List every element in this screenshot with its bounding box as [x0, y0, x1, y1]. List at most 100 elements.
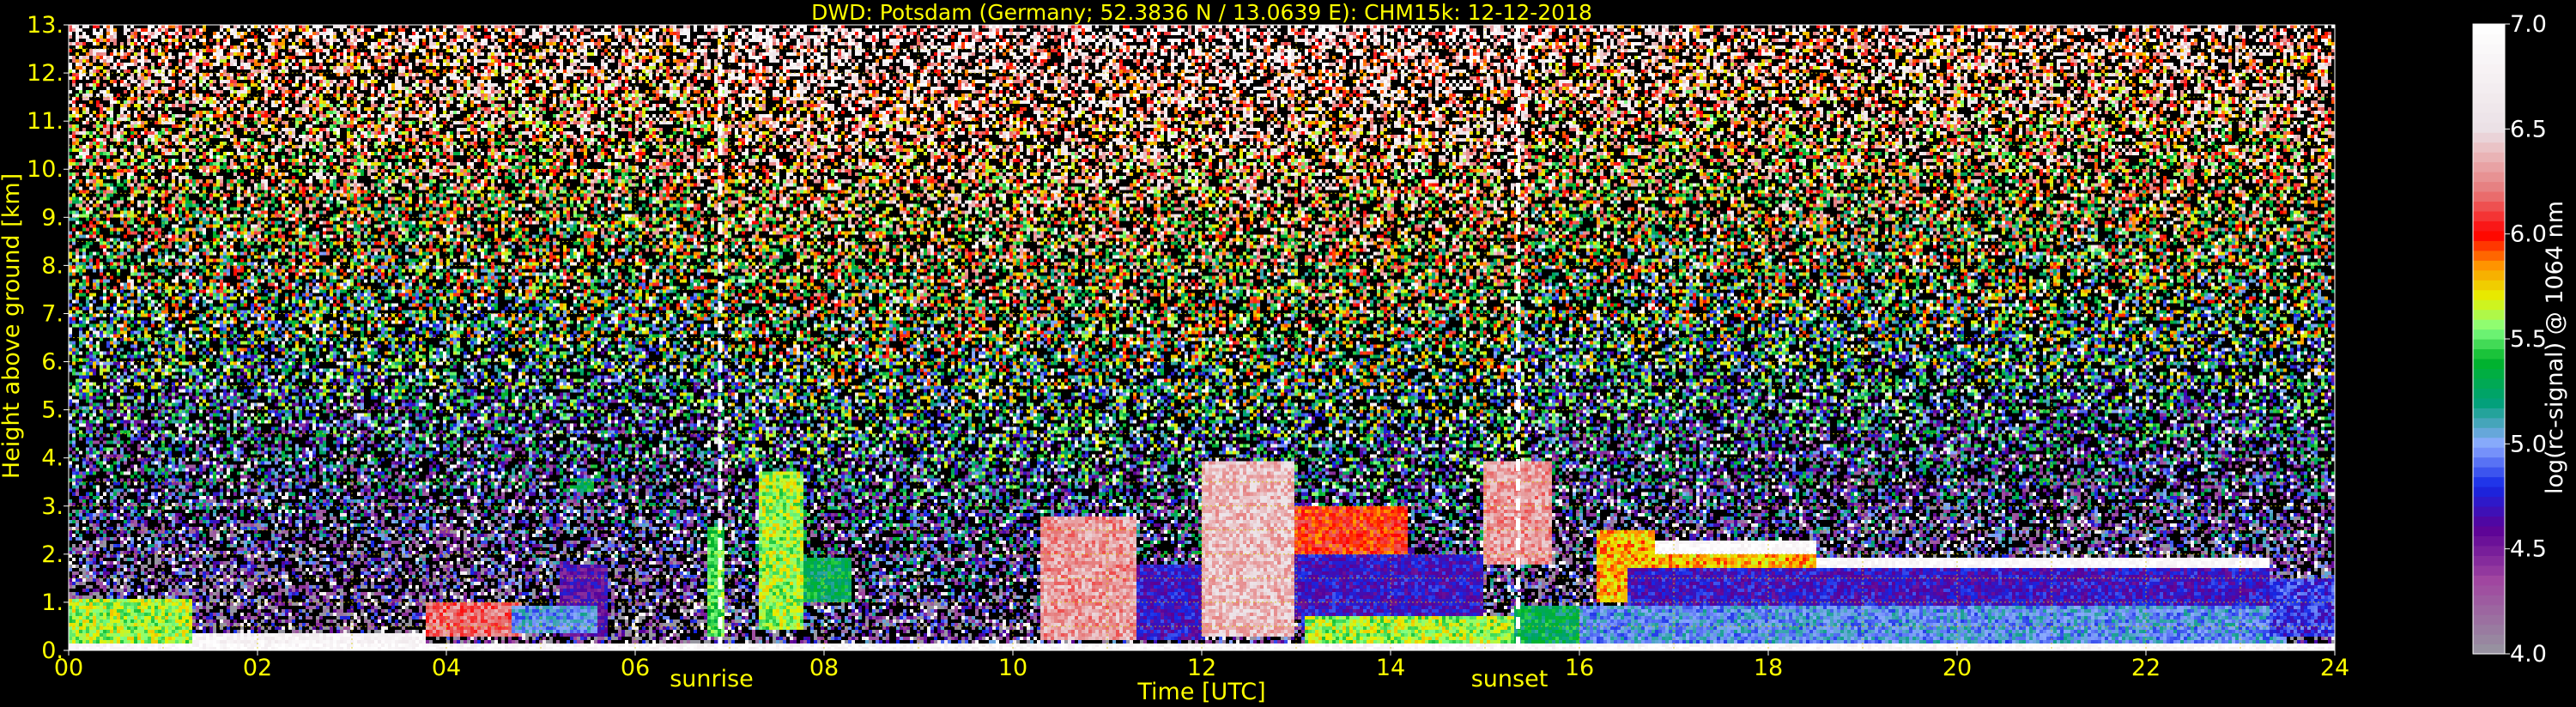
- colorbar-segment: [2473, 33, 2505, 45]
- colorbar-segment: [2473, 329, 2505, 340]
- x-tick-label: 06: [621, 655, 650, 681]
- colorbar-segment: [2473, 240, 2505, 251]
- x-tick-label: 18: [1754, 655, 1783, 681]
- colorbar-segment: [2473, 496, 2505, 507]
- colorbar-segment: [2473, 289, 2505, 300]
- colorbar-segment: [2473, 43, 2505, 55]
- colorbar-segment: [2473, 595, 2505, 606]
- colorbar-segment: [2473, 486, 2505, 498]
- y-tick-label: 12.: [27, 60, 64, 87]
- colorbar-segment: [2473, 358, 2505, 370]
- colorbar-segment: [2473, 201, 2505, 212]
- x-tick-label: 10: [998, 655, 1027, 681]
- x-tick-label: 24: [2320, 655, 2349, 681]
- colorbar-segment: [2473, 584, 2505, 595]
- colorbar-segment: [2473, 456, 2505, 468]
- colorbar-segment: [2473, 112, 2505, 124]
- colorbar-segment: [2473, 181, 2505, 192]
- colorbar-segment: [2473, 397, 2505, 408]
- colorbar-segment: [2473, 93, 2505, 104]
- colorbar-segment: [2473, 378, 2505, 389]
- x-tick-label: 14: [1376, 655, 1405, 681]
- y-tick-label: 4.: [41, 445, 64, 472]
- y-tick-label: 7.: [41, 300, 64, 327]
- x-tick-label: 20: [1943, 655, 1972, 681]
- colorbar-segment: [2473, 172, 2505, 183]
- colorbar-segment: [2473, 210, 2505, 221]
- colorbar-segment: [2473, 63, 2505, 74]
- y-tick-label: 3.: [41, 493, 64, 520]
- colorbar-segment: [2473, 545, 2505, 556]
- colorbar-segment: [2473, 437, 2505, 448]
- colorbar-segment: [2473, 319, 2505, 330]
- colorbar-segment: [2473, 535, 2505, 547]
- colorbar-segment: [2473, 299, 2505, 311]
- colorbar-segment: [2473, 525, 2505, 536]
- sunrise-label: sunrise: [670, 666, 754, 692]
- colorbar-tick-label: 6.5: [2510, 116, 2547, 142]
- colorbar-segment: [2473, 624, 2505, 635]
- y-tick-label: 6.: [41, 349, 64, 376]
- colorbar-segment: [2473, 447, 2505, 458]
- x-tick-label: 02: [243, 655, 272, 681]
- colorbar-segment: [2473, 82, 2505, 94]
- colorbar-segment: [2473, 467, 2505, 478]
- y-tick-label: 1.: [41, 589, 64, 616]
- colorbar-segment: [2473, 73, 2505, 84]
- y-tick-label: 10.: [27, 156, 64, 183]
- x-tick-label: 16: [1565, 655, 1594, 681]
- y-tick-label: 8.: [41, 252, 64, 279]
- colorbar-tick-label: 4.5: [2510, 536, 2547, 563]
- colorbar-segment: [2473, 614, 2505, 625]
- colorbar-segment: [2473, 368, 2505, 379]
- colorbar-segment: [2473, 142, 2505, 153]
- colorbar-segment: [2473, 555, 2505, 566]
- x-tick-label: 12: [1187, 655, 1216, 681]
- colorbar-segment: [2473, 132, 2505, 143]
- colorbar-tick-label: 7.0: [2510, 11, 2547, 38]
- colorbar-segment: [2473, 388, 2505, 399]
- x-tick-label: 08: [809, 655, 839, 681]
- colorbar-label: log(rc-signal) @ 1064 nm: [2542, 201, 2568, 494]
- colorbar-segment: [2473, 102, 2505, 113]
- colorbar-segment: [2473, 230, 2505, 241]
- colorbar-segment: [2473, 269, 2505, 281]
- x-axis-label: Time [UTC]: [1136, 679, 1265, 705]
- colorbar-segment: [2473, 152, 2505, 163]
- y-tick-label: 9.: [41, 204, 64, 231]
- lidar-figure: DWD: Potsdam (Germany; 52.3836 N / 13.06…: [0, 0, 2576, 707]
- colorbar-segment: [2473, 634, 2505, 645]
- colorbar-segment: [2473, 408, 2505, 419]
- colorbar-segment: [2473, 260, 2505, 271]
- colorbar-segment: [2473, 505, 2505, 517]
- chart-title: DWD: Potsdam (Germany; 52.3836 N / 13.06…: [811, 0, 1592, 25]
- colorbar-segment: [2473, 604, 2505, 615]
- y-tick-label: 11.: [27, 108, 64, 135]
- colorbar-segment: [2473, 476, 2505, 487]
- colorbar-segment: [2473, 309, 2505, 320]
- colorbar-segment: [2473, 161, 2505, 172]
- colorbar-segment: [2473, 53, 2505, 64]
- y-axis-label: Height above ground [km]: [0, 173, 25, 479]
- y-tick-label: 0.: [41, 638, 64, 664]
- colorbar-segment: [2473, 417, 2505, 428]
- colorbar-segment: [2473, 190, 2505, 202]
- colorbar-segment: [2473, 348, 2505, 360]
- sunset-label: sunset: [1471, 666, 1549, 692]
- colorbar: [2472, 23, 2506, 655]
- colorbar-segment: [2473, 250, 2505, 261]
- colorbar-segment: [2473, 565, 2505, 576]
- colorbar-segment: [2473, 516, 2505, 527]
- y-tick-label: 2.: [41, 541, 64, 568]
- colorbar-segment: [2473, 221, 2505, 232]
- colorbar-tick-label: 4.0: [2510, 641, 2547, 668]
- x-tick-label: 04: [432, 655, 461, 681]
- colorbar-segment: [2473, 339, 2505, 350]
- colorbar-segment: [2473, 575, 2505, 586]
- x-tick-label: 22: [2131, 655, 2161, 681]
- colorbar-segment: [2473, 24, 2505, 35]
- colorbar-segment: [2473, 122, 2505, 133]
- colorbar-segment: [2473, 644, 2505, 655]
- y-tick-label: 5.: [41, 397, 64, 424]
- y-tick-label: 13.: [27, 12, 64, 39]
